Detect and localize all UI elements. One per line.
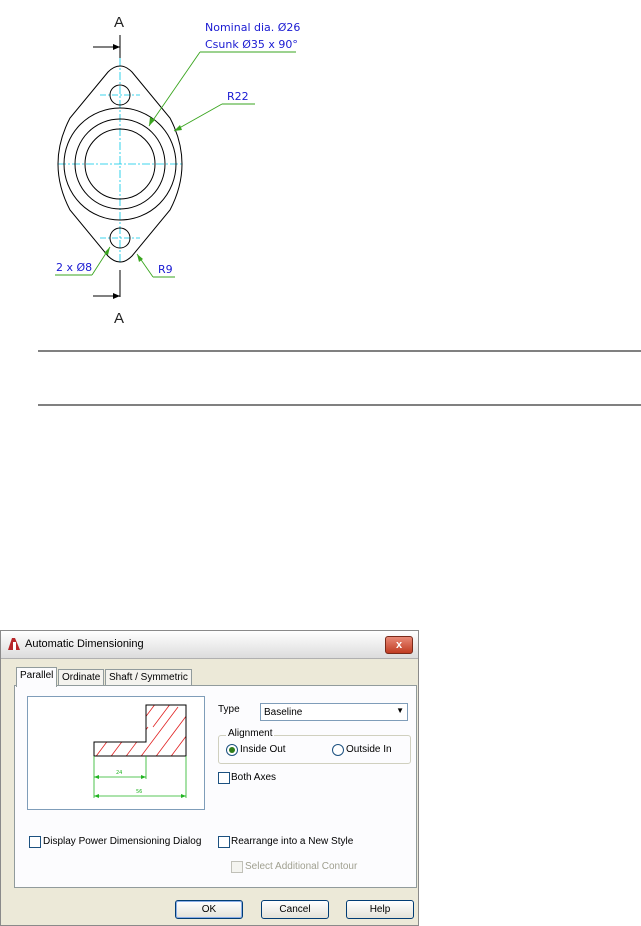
rearrange-checkbox[interactable] [218,836,230,848]
radio-outside-in[interactable] [332,744,344,756]
radio-outside-in-label[interactable]: Outside In [346,744,392,755]
preview-dim-short: 24 [116,770,122,776]
app-icon [8,638,20,650]
dimension-preview: 24 56 [27,696,205,810]
type-select-value: Baseline [264,707,303,718]
section-label-bottom: A [114,310,124,327]
title-bar: Automatic Dimensioning x [1,631,418,659]
preview-dim-long: 56 [136,789,142,795]
radio-inside-out-label[interactable]: Inside Out [240,744,286,755]
type-select[interactable]: Baseline ▼ [260,703,408,721]
tab-parallel[interactable]: Parallel [16,667,58,687]
callout-r22: R22 [227,90,249,103]
select-contour-label: Select Additional Contour [245,861,358,872]
callout-holes: 2 x Ø8 [56,261,92,274]
rearrange-label[interactable]: Rearrange into a New Style [231,836,353,847]
section-label-top: A [114,14,124,31]
callout-csunk: Csunk Ø35 x 90° [205,38,298,51]
tab-panel-parallel: 24 56 Type Baseline ▼ Alignment Inside O… [14,685,417,888]
display-power-checkbox[interactable] [29,836,41,848]
tab-shaft-symmetric[interactable]: Shaft / Symmetric [105,669,192,685]
both-axes-checkbox[interactable] [218,772,230,784]
help-button[interactable]: Help [346,900,414,919]
radio-selected-dot [229,747,235,753]
dialog-title: Automatic Dimensioning [25,638,144,650]
alignment-label: Alignment [226,728,275,739]
select-contour-checkbox [231,861,243,873]
cad-drawing: A A Nominal dia. Ø26 Csunk Ø35 x 90° R22… [38,14,641,406]
callout-r9: R9 [158,263,173,276]
chevron-down-icon: ▼ [396,706,404,715]
type-label: Type [218,704,240,715]
callout-nominal-dia: Nominal dia. Ø26 [205,21,300,34]
both-axes-label[interactable]: Both Axes [231,772,276,783]
automatic-dimensioning-dialog: Automatic Dimensioning x Parallel Ordina… [0,630,419,926]
ok-button[interactable]: OK [175,900,243,919]
alignment-group: Alignment Inside Out Outside In [218,728,411,764]
cancel-button[interactable]: Cancel [261,900,329,919]
close-button[interactable]: x [385,636,413,654]
display-power-label[interactable]: Display Power Dimensioning Dialog [43,836,201,847]
radio-inside-out[interactable] [226,744,238,756]
tab-ordinate[interactable]: Ordinate [58,669,105,685]
